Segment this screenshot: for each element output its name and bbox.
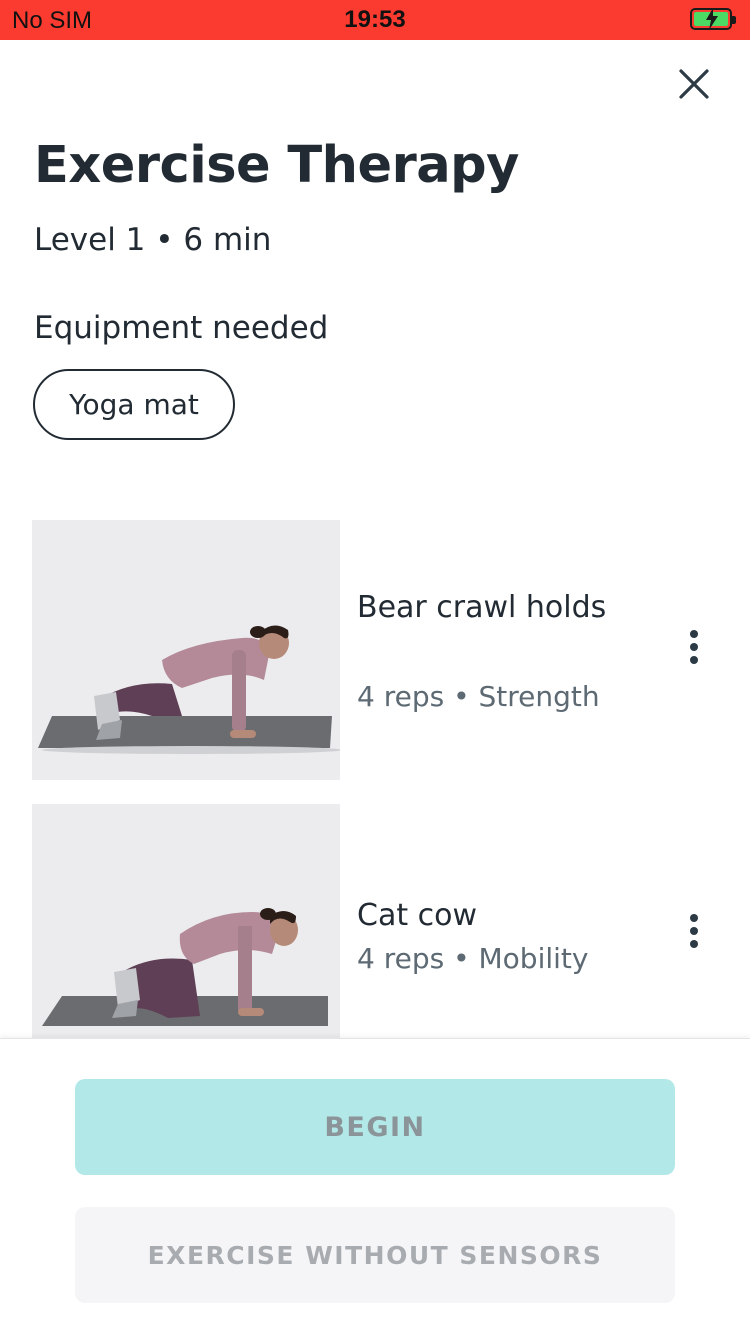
exercise-thumbnail (32, 804, 340, 1038)
equipment-chip-yoga-mat: Yoga mat (33, 369, 235, 440)
exercise-without-sensors-button[interactable]: EXERCISE WITHOUT SENSORS (75, 1207, 675, 1303)
more-options-button[interactable] (684, 630, 704, 670)
level-duration-label: Level 1 • 6 min (34, 222, 272, 258)
more-vertical-icon (690, 914, 698, 922)
exercise-list-item[interactable]: Bear crawl holds 4 reps • Strength (0, 520, 750, 780)
battery-charging-icon (690, 8, 736, 30)
exercise-name: Cat cow (357, 898, 478, 933)
status-time: 19:53 (344, 6, 406, 33)
exercise-thumbnail (32, 520, 340, 780)
more-options-button[interactable] (684, 914, 704, 954)
bottom-action-panel: BEGIN EXERCISE WITHOUT SENSORS (0, 1038, 750, 1334)
status-bar: No SIM 19:53 (0, 0, 750, 40)
close-button[interactable] (674, 64, 714, 104)
begin-button[interactable]: BEGIN (75, 1079, 675, 1175)
equipment-heading: Equipment needed (34, 310, 329, 346)
exercise-meta: 4 reps • Mobility (357, 942, 589, 975)
more-vertical-icon (690, 630, 698, 638)
exercise-name: Bear crawl holds (357, 590, 607, 625)
exercise-meta: 4 reps • Strength (357, 680, 600, 713)
page-title: Exercise Therapy (34, 136, 519, 195)
exercise-list-item[interactable]: Cat cow 4 reps • Mobility (0, 804, 750, 1038)
close-icon (679, 69, 709, 99)
